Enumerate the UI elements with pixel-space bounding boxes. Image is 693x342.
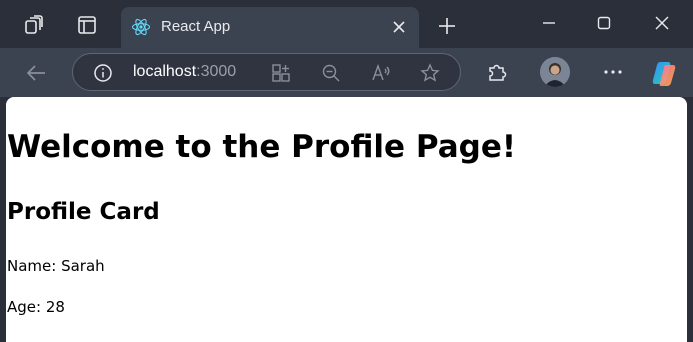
- info-icon[interactable]: [93, 63, 113, 83]
- arrow-left-icon[interactable]: [22, 60, 50, 86]
- maximize-icon[interactable]: [586, 10, 622, 36]
- apps-icon[interactable]: [271, 63, 291, 83]
- page-heading: Welcome to the Profile Page!: [7, 129, 517, 165]
- minimize-icon[interactable]: [531, 10, 567, 36]
- tab-react-app[interactable]: React App: [121, 7, 419, 48]
- profile-age: Age: 28: [7, 298, 65, 316]
- url-host: localhost: [133, 63, 197, 80]
- tab-actions-icon[interactable]: [76, 14, 98, 36]
- page-viewport: Welcome to the Profile Page! Profile Car…: [6, 97, 687, 342]
- more-icon[interactable]: [601, 60, 625, 84]
- address-bar[interactable]: localhost:3000: [72, 53, 461, 91]
- toolbar: localhost:3000: [0, 48, 693, 97]
- title-bar: React App: [0, 0, 693, 48]
- close-window-icon[interactable]: [644, 10, 680, 36]
- url-text[interactable]: localhost:3000: [133, 62, 236, 82]
- read-aloud-icon[interactable]: [371, 63, 391, 83]
- workspaces-icon[interactable]: [23, 14, 45, 36]
- zoom-out-icon[interactable]: [321, 63, 341, 83]
- tab-title: React App: [161, 18, 231, 35]
- avatar[interactable]: [540, 57, 570, 87]
- profile-card-title: Profile Card: [7, 199, 160, 225]
- copilot-icon[interactable]: [651, 59, 679, 87]
- profile-name: Name: Sarah: [7, 257, 105, 275]
- star-icon[interactable]: [420, 63, 440, 83]
- close-icon[interactable]: [389, 17, 409, 37]
- plus-icon[interactable]: [435, 14, 459, 38]
- puzzle-icon[interactable]: [485, 60, 509, 84]
- url-port: :3000: [196, 63, 237, 80]
- react-logo-icon: [131, 17, 151, 37]
